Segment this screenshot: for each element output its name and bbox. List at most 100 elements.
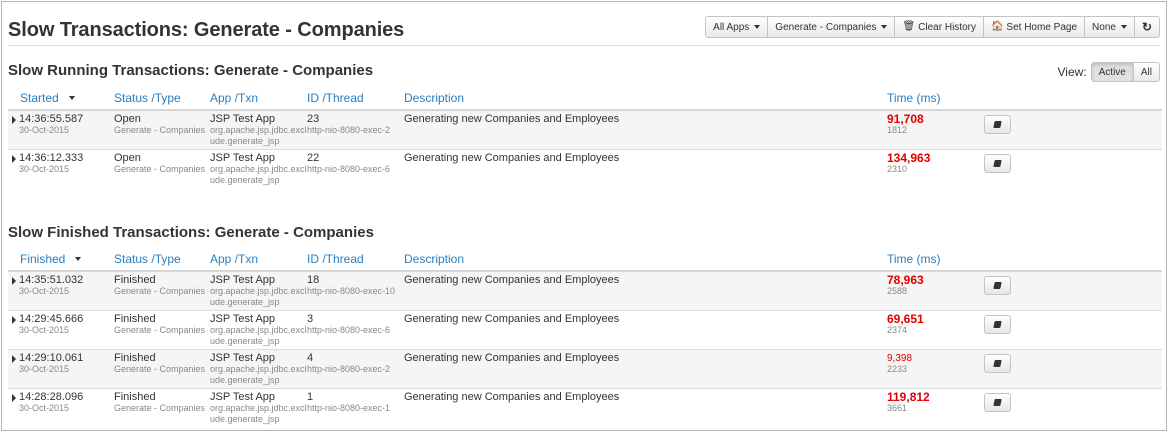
id-column-header[interactable]: ID /Thread bbox=[307, 86, 404, 111]
actions-cell bbox=[984, 349, 1162, 389]
status-column-header[interactable]: Status /Type bbox=[114, 86, 210, 111]
sort-desc-icon bbox=[75, 257, 82, 262]
expand-arrow-icon[interactable] bbox=[12, 316, 16, 324]
status-cell: Finished Generate - Companies bbox=[114, 310, 210, 350]
trash-icon: 🗑 bbox=[902, 21, 916, 32]
clear-history-button[interactable]: 🗑 Clear History bbox=[894, 16, 984, 38]
app-cell: JSP Test App org.apache.jsp.jdbc.exclude.… bbox=[210, 109, 307, 150]
finished-column-header[interactable]: Finished bbox=[8, 247, 114, 272]
start-date: 30-Oct-2015 bbox=[19, 286, 70, 296]
actions-cell bbox=[984, 388, 1162, 427]
app-name: JSP Test App bbox=[210, 391, 276, 403]
elapsed-ms: 91,708 bbox=[887, 112, 924, 126]
refresh-icon: ↻ bbox=[1141, 20, 1152, 34]
description-column-header[interactable]: Description bbox=[404, 86, 887, 111]
table-row[interactable]: 14:29:45.666 30-Oct-2015 Finished Generate … bbox=[8, 310, 1162, 350]
type-text: Generate - Companies bbox=[114, 286, 206, 296]
description-cell: Generating new Companies and Employees bbox=[404, 310, 887, 350]
table-header-row: Finished Status /Type App /Txn ID /Threa… bbox=[8, 247, 1162, 272]
id-column-header[interactable]: ID /Thread bbox=[307, 247, 404, 272]
app-cell: JSP Test App org.apache.jsp.jdbc.exclude.… bbox=[210, 310, 307, 350]
actions-cell bbox=[984, 310, 1162, 350]
all-apps-dropdown[interactable]: All Apps bbox=[705, 16, 769, 38]
table-row[interactable]: 14:36:55.587 30-Oct-2015 Open Generate - Co… bbox=[8, 109, 1162, 150]
chevron-down-icon bbox=[754, 25, 761, 29]
started-column-header[interactable]: Started bbox=[8, 86, 114, 111]
started-header-label: Started bbox=[20, 90, 59, 105]
page-title: Slow Transactions: Generate - Companies bbox=[8, 19, 405, 41]
status-text: Open bbox=[114, 152, 141, 164]
all-apps-label: All Apps bbox=[713, 21, 750, 33]
type-text: Generate - Companies bbox=[114, 364, 206, 374]
txn-name: org.apache.jsp.jdbc.exclude.generate_jsp bbox=[210, 286, 307, 307]
details-button[interactable] bbox=[984, 276, 1011, 295]
id-cell: 1 http-nio-8080-exec-1 bbox=[307, 388, 404, 427]
elapsed-ms: 78,963 bbox=[887, 273, 924, 287]
status-column-header[interactable]: Status /Type bbox=[114, 247, 210, 272]
view-active-button[interactable]: Active bbox=[1090, 62, 1134, 82]
generate-companies-dropdown[interactable]: Generate - Companies bbox=[767, 16, 896, 38]
table-row[interactable]: 14:29:10.061 30-Oct-2015 Finished Generate … bbox=[8, 349, 1162, 389]
finished-transactions-table: Finished Status /Type App /Txn ID /Threa… bbox=[8, 247, 1162, 427]
start-date: 30-Oct-2015 bbox=[19, 364, 70, 374]
txn-id: 23 bbox=[307, 113, 320, 125]
elapsed-sub: 2588 bbox=[887, 286, 908, 296]
expand-arrow-icon[interactable] bbox=[12, 277, 16, 285]
time-column-header[interactable]: Time (ms) bbox=[887, 247, 984, 272]
refresh-button[interactable]: ↻ bbox=[1133, 16, 1160, 38]
thread-name: http-nio-8080-exec-2 bbox=[307, 125, 391, 135]
elapsed-sub: 1812 bbox=[887, 125, 908, 135]
description-text: Generating new Companies and Employees bbox=[404, 274, 620, 286]
details-button[interactable] bbox=[984, 115, 1011, 134]
view-all-button[interactable]: All bbox=[1132, 62, 1160, 82]
actions-cell bbox=[984, 109, 1162, 150]
details-button[interactable] bbox=[984, 393, 1011, 412]
description-cell: Generating new Companies and Employees bbox=[404, 270, 887, 311]
none-dropdown[interactable]: None bbox=[1084, 16, 1135, 38]
details-button[interactable] bbox=[984, 315, 1011, 334]
start-time: 14:36:12.333 bbox=[19, 152, 84, 164]
finished-section-title: Slow Finished Transactions: Generate - C… bbox=[8, 224, 374, 241]
start-time: 14:36:55.587 bbox=[19, 113, 84, 125]
details-button[interactable] bbox=[984, 154, 1011, 173]
thread-name: http-nio-8080-exec-2 bbox=[307, 364, 391, 374]
txn-id: 4 bbox=[307, 352, 314, 364]
elapsed-ms: 9,398 bbox=[887, 353, 913, 364]
description-column-header[interactable]: Description bbox=[404, 247, 887, 272]
expand-arrow-icon[interactable] bbox=[12, 155, 16, 163]
view-label: View: bbox=[1057, 65, 1087, 79]
page-frame: Slow Transactions: Generate - Companies … bbox=[1, 1, 1167, 431]
status-text: Finished bbox=[114, 274, 156, 286]
txn-id: 22 bbox=[307, 152, 320, 164]
app-column-header[interactable]: App /Txn bbox=[210, 247, 307, 272]
expand-arrow-icon[interactable] bbox=[12, 394, 16, 402]
start-time: 14:29:10.061 bbox=[19, 352, 84, 364]
expand-arrow-icon[interactable] bbox=[12, 355, 16, 363]
table-row[interactable]: 14:35:51.032 30-Oct-2015 Finished Generate … bbox=[8, 270, 1162, 311]
status-cell: Finished Generate - Companies bbox=[114, 388, 210, 427]
start-time: 14:28:28.096 bbox=[19, 391, 84, 403]
table-row[interactable]: 14:28:28.096 30-Oct-2015 Finished Generate … bbox=[8, 388, 1162, 427]
app-name: JSP Test App bbox=[210, 113, 276, 125]
expand-arrow-icon[interactable] bbox=[12, 116, 16, 124]
time-column-header[interactable]: Time (ms) bbox=[887, 86, 984, 111]
start-time: 14:29:45.666 bbox=[19, 313, 84, 325]
elapsed-sub: 3661 bbox=[887, 403, 908, 413]
status-cell: Finished Generate - Companies bbox=[114, 270, 210, 311]
time-cell: 119,812 3661 bbox=[887, 388, 984, 427]
id-cell: 22 http-nio-8080-exec-6 bbox=[307, 149, 404, 188]
app-column-header[interactable]: App /Txn bbox=[210, 86, 307, 111]
view-toggle: View: Active All bbox=[1057, 62, 1160, 82]
chevron-down-icon bbox=[881, 25, 888, 29]
details-button[interactable] bbox=[984, 354, 1011, 373]
title-divider bbox=[8, 45, 1160, 46]
description-cell: Generating new Companies and Employees bbox=[404, 349, 887, 389]
set-home-page-button[interactable]: 🏠 Set Home Page bbox=[982, 16, 1086, 38]
elapsed-sub: 2233 bbox=[887, 364, 908, 374]
table-row[interactable]: 14:36:12.333 30-Oct-2015 Open Generate - Co… bbox=[8, 149, 1162, 188]
generate-companies-label: Generate - Companies bbox=[775, 21, 877, 33]
txn-id: 3 bbox=[307, 313, 314, 325]
status-text: Finished bbox=[114, 313, 156, 325]
app-cell: JSP Test App org.apache.jsp.jdbc.exclude.… bbox=[210, 270, 307, 311]
description-cell: Generating new Companies and Employees bbox=[404, 109, 887, 150]
